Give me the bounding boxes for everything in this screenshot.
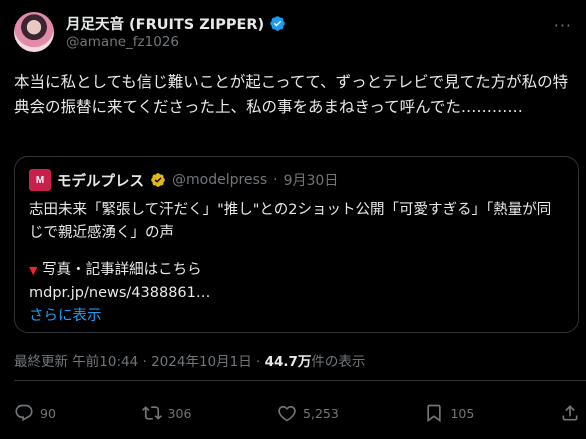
quoted-tweet[interactable]: M モデルプレス @modelpress · 9月30日 志田未来「緊張して汗だ… [14,156,579,333]
views-label: 件の表示 [311,354,366,370]
reply-count: 90 [40,405,56,421]
repost-icon [141,406,162,420]
author-handle[interactable]: @amane_fz1026 [66,34,179,50]
quote-text: 志田未来「緊張して汗だく」"推し"との2ショット公開「可愛すぎる」「熱量が同じで… [29,202,552,241]
like-count: 5,253 [303,405,339,421]
heart-icon [278,405,296,422]
show-more-link[interactable]: さらに表示 [29,305,564,328]
quote-detail-label: 写真・記事詳細はこちら [42,262,202,278]
quote-header: M モデルプレス @modelpress · 9月30日 [29,169,564,191]
repost-button[interactable]: 306 [141,403,192,423]
red-triangle-icon: ▼ [29,264,38,277]
meta-dot: · [142,354,147,370]
meta-dot: · [256,354,261,370]
quote-separator: · [273,172,278,188]
tweet-header: 月足天音 (FRUITS ZIPPER) @amane_fz1026 ··· [14,12,572,56]
reply-button[interactable]: 90 [14,403,56,423]
repost-count: 306 [167,405,192,421]
quote-author-name[interactable]: モデルプレス [57,170,144,191]
quote-date[interactable]: 9月30日 [284,170,339,190]
author-name-line: 月足天音 (FRUITS ZIPPER) [66,13,286,34]
quote-author-handle[interactable]: @modelpress [172,172,267,188]
share-icon [562,405,578,421]
quote-link[interactable]: mdpr.jp/news/4388861… [29,282,564,305]
bookmark-icon [427,404,442,423]
divider [14,380,586,381]
gold-verified-badge-icon [151,173,165,187]
verified-badge-icon [270,16,285,31]
updated-label: 最終更新 [14,354,68,370]
quote-detail-line: ▼ 写真・記事詳細はこちら [29,259,564,282]
tweet-date[interactable]: 2024年10月1日 [151,354,252,370]
modelpress-logo[interactable]: M [29,169,51,191]
bookmark-count: 105 [450,405,475,421]
tweet-meta: 最終更新 午前10:44 · 2024年10月1日 · 44.7万件の表示 [14,350,365,370]
avatar[interactable] [14,12,54,52]
action-bar: 90 306 5,253 105 [14,398,580,428]
more-options-icon[interactable]: ··· [554,16,572,35]
reply-icon [15,404,33,422]
bookmark-button[interactable]: 105 [424,403,474,423]
quote-body: 志田未来「緊張して汗だく」"推し"との2ショット公開「可愛すぎる」「熱量が同じで… [29,199,564,328]
tweet-time[interactable]: 午前10:44 [72,354,138,370]
tweet-text: 本当に私としても信じ難いことが起こってて、ずっとテレビで見てた方が私の特典会の振… [14,73,569,116]
view-count: 44.7万 [264,354,312,370]
share-button[interactable] [560,403,580,423]
like-button[interactable]: 5,253 [277,403,339,423]
author-display-name[interactable]: 月足天音 (FRUITS ZIPPER) [66,13,264,34]
